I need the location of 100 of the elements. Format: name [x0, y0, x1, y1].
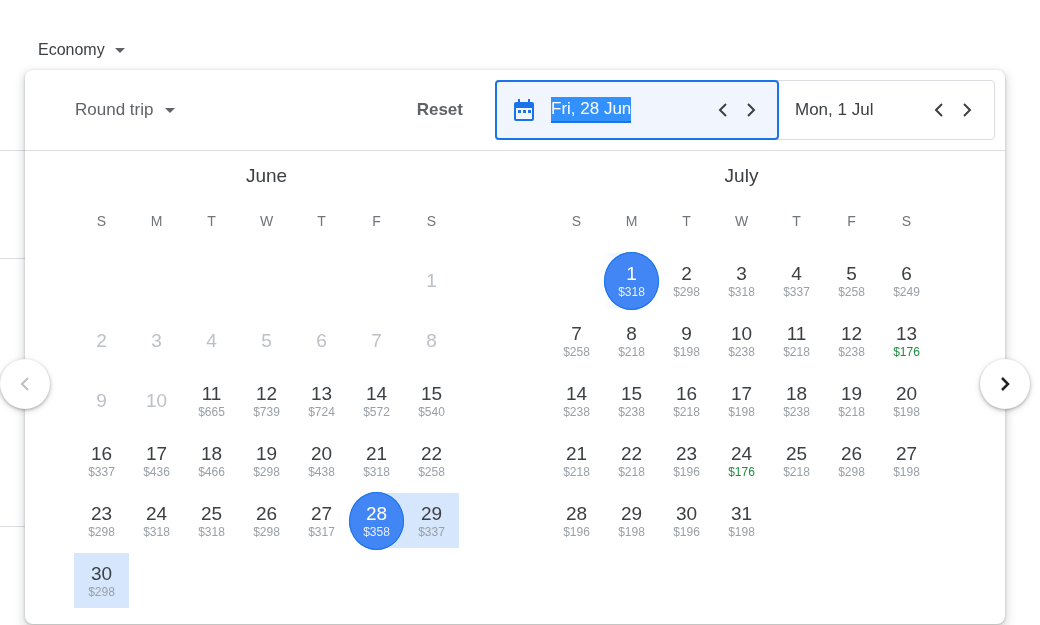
calendar-day: 7 — [349, 312, 404, 370]
calendar-day[interactable]: 21 $318 — [349, 432, 404, 490]
calendar-day[interactable]: 26 $298 — [824, 432, 879, 490]
calendar-day[interactable]: 24 $318 — [129, 492, 184, 550]
calendar-day[interactable]: 24 $176 — [714, 432, 769, 490]
day-price: $318 — [618, 285, 645, 299]
calendar-day[interactable]: 14 $238 — [549, 372, 604, 430]
calendar-day[interactable]: 12 $238 — [824, 312, 879, 370]
weekday-label: F — [371, 213, 382, 231]
calendar-day[interactable]: 30 $196 — [659, 492, 714, 550]
calendar-day[interactable]: 20 $438 — [294, 432, 349, 490]
day-price: $337 — [783, 285, 810, 299]
day-price: $196 — [563, 525, 590, 539]
day-price: $218 — [673, 405, 700, 419]
calendar-day[interactable]: 19 $218 — [824, 372, 879, 430]
chevron-right-icon — [999, 376, 1011, 392]
weekday-label: T — [206, 213, 217, 231]
day-price: $318 — [363, 465, 390, 479]
calendar-day: 4 — [184, 312, 239, 370]
calendar-day[interactable]: 27 $317 — [294, 492, 349, 550]
day-price: $238 — [838, 345, 865, 359]
day-price: $665 — [198, 405, 225, 419]
dropdown-caret-icon — [114, 47, 125, 53]
calendar-day[interactable]: 17 $436 — [129, 432, 184, 490]
day-price: $318 — [728, 285, 755, 299]
weekday-label: W — [258, 213, 275, 231]
calendar-day[interactable]: 12 $739 — [239, 372, 294, 430]
calendar-day[interactable]: 1 $318 — [604, 252, 659, 310]
calendar-day[interactable]: 11 $665 — [184, 372, 239, 430]
day-price: $198 — [893, 465, 920, 479]
calendar-day[interactable]: 8 $218 — [604, 312, 659, 370]
calendar-day[interactable]: 19 $298 — [239, 432, 294, 490]
calendar-day[interactable]: 29 $337 — [404, 492, 459, 550]
calendar-day[interactable]: 17 $198 — [714, 372, 769, 430]
day-price: $466 — [198, 465, 225, 479]
calendar-day[interactable]: 7 $258 — [549, 312, 604, 370]
calendar-day[interactable]: 22 $258 — [404, 432, 459, 490]
calendar-day[interactable]: 13 $724 — [294, 372, 349, 430]
day-price: $298 — [253, 525, 280, 539]
calendar-day[interactable]: 4 $337 — [769, 252, 824, 310]
calendar-day[interactable]: 13 $176 — [879, 312, 934, 370]
calendar-day: 1 — [404, 252, 459, 310]
calendar-day[interactable]: 25 $318 — [184, 492, 239, 550]
calendar-day[interactable]: 9 $198 — [659, 312, 714, 370]
calendar-day[interactable]: 21 $218 — [549, 432, 604, 490]
month-title: July — [723, 165, 760, 188]
calendar-day: 5 — [239, 312, 294, 370]
calendar-day[interactable]: 16 $218 — [659, 372, 714, 430]
cabin-class-dropdown[interactable]: Economy — [38, 40, 125, 60]
calendar-day[interactable]: 28 $358 — [349, 492, 404, 550]
month-title: June — [244, 165, 289, 188]
calendar-day[interactable]: 18 $466 — [184, 432, 239, 490]
day-price: $438 — [308, 465, 335, 479]
weekday-label: M — [149, 213, 164, 231]
day-price: $298 — [253, 465, 280, 479]
calendar-day[interactable]: 20 $198 — [879, 372, 934, 430]
day-price: $238 — [618, 405, 645, 419]
calendar-day[interactable]: 23 $298 — [74, 492, 129, 550]
calendar-day: 9 — [74, 372, 129, 430]
calendar-day[interactable]: 5 $258 — [824, 252, 879, 310]
weekday-label: W — [733, 213, 750, 231]
day-price: $218 — [618, 465, 645, 479]
day-price: $317 — [308, 525, 335, 539]
calendar-day[interactable]: 27 $198 — [879, 432, 934, 490]
calendar-day[interactable]: 31 $198 — [714, 492, 769, 550]
calendar-day[interactable]: 25 $218 — [769, 432, 824, 490]
calendar-day[interactable]: 11 $218 — [769, 312, 824, 370]
calendar-day[interactable]: 29 $198 — [604, 492, 659, 550]
dropdown-caret-icon — [165, 107, 176, 113]
day-price: $436 — [143, 465, 170, 479]
weekday-label: T — [681, 213, 692, 231]
calendar-day[interactable]: 3 $318 — [714, 252, 769, 310]
day-price: $198 — [618, 525, 645, 539]
calendar-day[interactable]: 2 $298 — [659, 252, 714, 310]
calendar-day[interactable]: 22 $218 — [604, 432, 659, 490]
calendar-day[interactable]: 14 $572 — [349, 372, 404, 430]
calendar-day[interactable]: 18 $238 — [769, 372, 824, 430]
calendar-day[interactable]: 16 $337 — [74, 432, 129, 490]
day-price: $218 — [563, 465, 590, 479]
day-price: $298 — [838, 465, 865, 479]
day-price: $218 — [838, 405, 865, 419]
calendar-day[interactable]: 15 $238 — [604, 372, 659, 430]
trip-type-dropdown[interactable]: Round trip — [75, 100, 176, 120]
calendar-day[interactable]: 10 $238 — [714, 312, 769, 370]
calendar-day[interactable]: 15 $540 — [404, 372, 459, 430]
weekday-label: S — [570, 213, 583, 231]
day-price: $218 — [783, 345, 810, 359]
calendar-day: 2 — [74, 312, 129, 370]
day-price: $258 — [563, 345, 590, 359]
day-price: $218 — [618, 345, 645, 359]
day-price: $198 — [893, 405, 920, 419]
calendar-day[interactable]: 26 $298 — [239, 492, 294, 550]
calendar-day[interactable]: 23 $196 — [659, 432, 714, 490]
weekday-label: S — [425, 213, 438, 231]
calendar-day[interactable]: 28 $196 — [549, 492, 604, 550]
calendar-day[interactable]: 30 $298 — [74, 552, 129, 610]
day-price: $724 — [308, 405, 335, 419]
calendar-day[interactable]: 6 $249 — [879, 252, 934, 310]
day-price: $318 — [143, 525, 170, 539]
reset-button[interactable]: Reset — [410, 99, 469, 121]
